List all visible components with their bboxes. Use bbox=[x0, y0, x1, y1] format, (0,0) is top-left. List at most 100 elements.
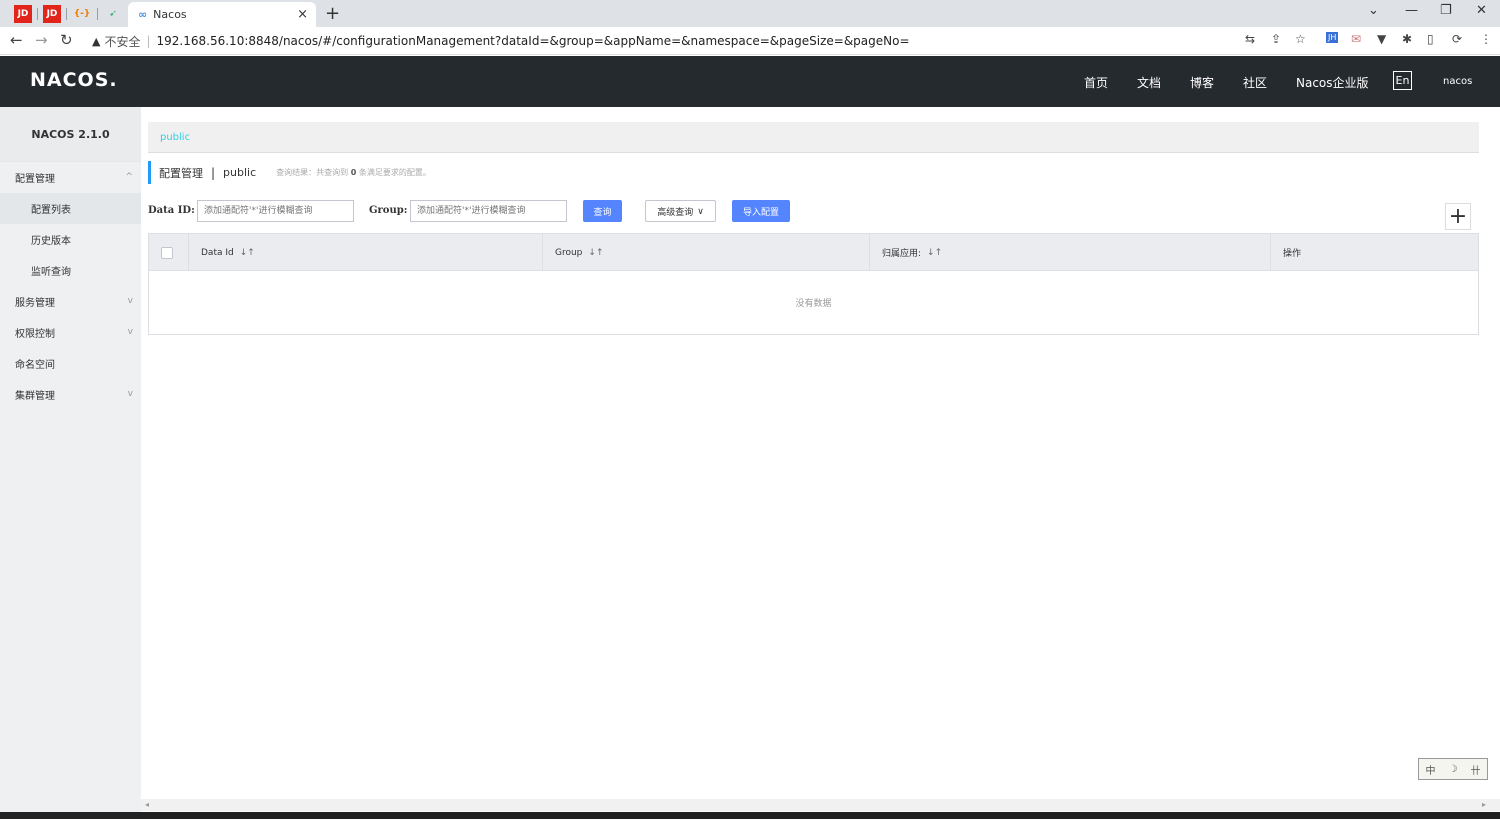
sidebar-item-label: 服务管理 bbox=[15, 298, 55, 309]
translate-icon[interactable]: ⇆ bbox=[1245, 32, 1255, 46]
chevron-down-icon: v bbox=[127, 327, 133, 337]
pinned-tab-jd-1[interactable]: JD bbox=[14, 5, 32, 23]
advanced-query-label: 高级查询 bbox=[657, 206, 694, 217]
add-config-button[interactable]: + bbox=[1445, 203, 1471, 230]
tab-divider bbox=[97, 8, 98, 20]
ime-punctuation-icon[interactable]: 卄 bbox=[1470, 762, 1480, 777]
chevron-down-icon: v bbox=[127, 296, 133, 306]
pinned-tab-label: JD bbox=[46, 9, 58, 19]
sidebar-item-label: 命名空间 bbox=[15, 360, 55, 371]
sidebar-item-listener-query[interactable]: 监听查询 bbox=[0, 255, 141, 286]
browser-toolbar: ← → ↻ ▲ 不安全 | 192.168.56.10:8848/nacos/#… bbox=[0, 27, 1500, 55]
column-label: 归属应用: bbox=[882, 249, 922, 259]
browser-tab-bar: JD JD {-} ➹ ∞ Nacos × + ⌄ — ❐ ✕ bbox=[0, 0, 1500, 27]
nav-enterprise[interactable]: Nacos企业版 bbox=[1296, 74, 1369, 91]
group-label: Group: bbox=[369, 205, 408, 216]
sidebar-item-access-control[interactable]: 权限控制 v bbox=[0, 317, 141, 348]
table-header: Data Id ↓↑ Group ↓↑ 归属应用: ↓↑ 操作 bbox=[149, 234, 1478, 271]
sort-icon[interactable]: ↓↑ bbox=[588, 248, 603, 258]
ime-chinese-icon[interactable]: 中 bbox=[1426, 762, 1436, 777]
scroll-left-icon[interactable]: ◂ bbox=[145, 800, 149, 809]
close-window-icon[interactable]: ✕ bbox=[1476, 3, 1487, 18]
sidebar-item-label: 集群管理 bbox=[15, 391, 55, 402]
tab-search-icon[interactable]: ⌄ bbox=[1368, 3, 1379, 18]
bookmark-star-icon[interactable]: ☆ bbox=[1295, 32, 1306, 46]
sidebar-item-label: 配置列表 bbox=[31, 205, 71, 216]
forward-icon[interactable]: → bbox=[35, 31, 48, 49]
ime-moon-icon[interactable]: ☽ bbox=[1449, 764, 1458, 775]
main-content: public 配置管理 | public 查询结果：共查询到 0 条满足要求的配… bbox=[141, 107, 1500, 819]
column-app[interactable]: 归属应用: ↓↑ bbox=[870, 234, 1271, 271]
config-table: Data Id ↓↑ Group ↓↑ 归属应用: ↓↑ 操作 没有数据 bbox=[148, 233, 1479, 335]
sidebar-item-config-list[interactable]: 配置列表 bbox=[0, 193, 141, 224]
share-icon[interactable]: ⇪ bbox=[1271, 32, 1281, 46]
restore-icon[interactable]: ❐ bbox=[1440, 3, 1452, 18]
warning-icon: ▲ bbox=[92, 34, 101, 48]
sort-icon[interactable]: ↓↑ bbox=[240, 248, 255, 258]
query-button[interactable]: 查询 bbox=[583, 200, 622, 222]
sidebar-item-history[interactable]: 历史版本 bbox=[0, 224, 141, 255]
pinned-tab-jd-2[interactable]: JD bbox=[43, 5, 61, 23]
title-separator: | bbox=[211, 165, 216, 180]
column-data-id[interactable]: Data Id ↓↑ bbox=[189, 234, 543, 271]
group-input[interactable] bbox=[410, 200, 567, 222]
horizontal-scrollbar[interactable]: ◂ ▸ bbox=[141, 799, 1500, 811]
sidebar-item-namespace[interactable]: 命名空间 bbox=[0, 348, 141, 379]
sidebar-item-service-management[interactable]: 服务管理 v bbox=[0, 286, 141, 317]
chevron-up-icon: ^ bbox=[125, 172, 133, 182]
nav-blog[interactable]: 博客 bbox=[1190, 74, 1214, 91]
column-actions: 操作 bbox=[1271, 234, 1478, 271]
sidebar-item-config-management[interactable]: 配置管理 ^ bbox=[0, 162, 141, 193]
mail-extension-icon[interactable]: ✉ bbox=[1351, 32, 1361, 46]
result-suffix: 条满足要求的配置。 bbox=[358, 168, 431, 177]
vue-extension-icon[interactable]: ▼ bbox=[1377, 32, 1386, 46]
user-name[interactable]: nacos bbox=[1443, 76, 1472, 87]
select-all-cell bbox=[149, 234, 189, 271]
url-text[interactable]: 192.168.56.10:8848/nacos/#/configuration… bbox=[157, 34, 910, 48]
advanced-query-button[interactable]: 高级查询 ∨ bbox=[645, 200, 716, 222]
profile-icon[interactable]: ⟳ bbox=[1452, 32, 1462, 46]
address-bar[interactable]: ▲ 不安全 | 192.168.56.10:8848/nacos/#/confi… bbox=[86, 30, 1316, 52]
chevron-down-icon: ∨ bbox=[697, 205, 704, 216]
column-group[interactable]: Group ↓↑ bbox=[543, 234, 870, 271]
import-config-button[interactable]: 导入配置 bbox=[732, 200, 790, 222]
nav-home[interactable]: 首页 bbox=[1084, 74, 1108, 91]
pinned-tab-leaf[interactable]: ➹ bbox=[104, 5, 122, 23]
back-icon[interactable]: ← bbox=[10, 31, 23, 49]
pinned-tab-label: ➹ bbox=[109, 9, 117, 19]
security-status[interactable]: 不安全 bbox=[104, 33, 140, 50]
tab-title: Nacos bbox=[153, 8, 187, 21]
new-tab-button[interactable]: + bbox=[325, 3, 340, 24]
scroll-right-icon[interactable]: ▸ bbox=[1482, 800, 1486, 809]
nav-community[interactable]: 社区 bbox=[1243, 74, 1267, 91]
version-label: NACOS 2.1.0 bbox=[0, 107, 141, 162]
ime-toolbar[interactable]: 中 ☽ 卄 bbox=[1418, 758, 1488, 780]
sort-icon[interactable]: ↓↑ bbox=[927, 248, 942, 258]
pinned-tab-code[interactable]: {-} bbox=[73, 5, 91, 23]
page-title-row: 配置管理 | public 查询结果：共查询到 0 条满足要求的配置。 bbox=[148, 161, 431, 184]
sidebar: NACOS 2.1.0 配置管理 ^ 配置列表 历史版本 监听查询 服务管理 v… bbox=[0, 107, 141, 819]
active-tab-nacos[interactable]: ∞ Nacos × bbox=[128, 2, 316, 27]
select-all-checkbox[interactable] bbox=[161, 246, 173, 259]
column-label: Data Id bbox=[201, 247, 234, 258]
close-tab-icon[interactable]: × bbox=[297, 7, 308, 22]
data-id-input[interactable] bbox=[197, 200, 354, 222]
minimize-icon[interactable]: — bbox=[1405, 3, 1418, 18]
nav-docs[interactable]: 文档 bbox=[1137, 74, 1161, 91]
reload-icon[interactable]: ↻ bbox=[60, 31, 73, 49]
sidebar-item-cluster-management[interactable]: 集群管理 v bbox=[0, 379, 141, 410]
page-title: 配置管理 bbox=[159, 166, 203, 180]
side-panel-icon[interactable]: ▯ bbox=[1427, 32, 1434, 46]
nacos-logo[interactable]: NACOS. bbox=[30, 69, 118, 91]
browser-menu-icon[interactable]: ⋮ bbox=[1480, 32, 1492, 46]
filter-row: Data ID: Group: 查询 高级查询 ∨ 导入配置 bbox=[148, 200, 1488, 222]
data-id-label: Data ID: bbox=[148, 205, 195, 216]
sidebar-item-label: 权限控制 bbox=[15, 329, 55, 340]
namespace-link-public[interactable]: public bbox=[160, 132, 190, 143]
language-switch-button[interactable]: En bbox=[1393, 71, 1412, 90]
query-result-text: 查询结果：共查询到 0 条满足要求的配置。 bbox=[276, 167, 431, 178]
result-count: 0 bbox=[350, 168, 357, 177]
extensions-puzzle-icon[interactable]: ✱ bbox=[1402, 32, 1412, 46]
sidebar-item-label: 历史版本 bbox=[31, 236, 71, 247]
jh-extension-icon[interactable]: JH bbox=[1326, 32, 1339, 43]
